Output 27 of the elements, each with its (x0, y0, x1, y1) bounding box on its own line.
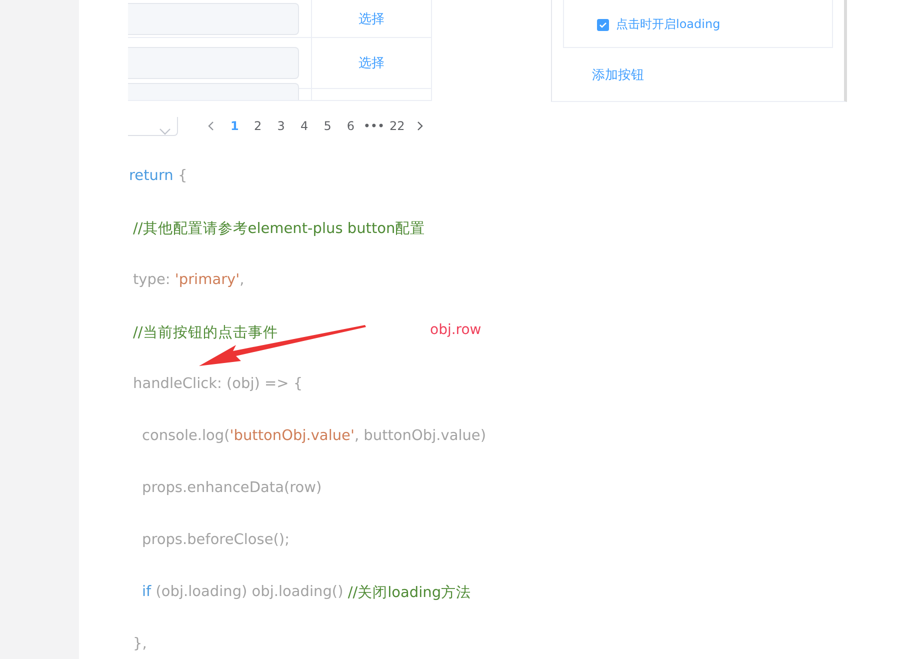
page-number[interactable]: 4 (292, 119, 316, 133)
check-icon (599, 22, 607, 28)
annotation-label: obj.row (430, 322, 482, 338)
code-line: return { (129, 167, 188, 186)
code-line: props.beforeClose(); (142, 531, 290, 550)
code-line: //当前按钮的点击事件 (133, 324, 278, 342)
page-number[interactable]: 5 (316, 119, 340, 133)
code-line: handleClick: (obj) => { (133, 375, 303, 394)
page-number[interactable]: 2 (246, 119, 270, 133)
page-number[interactable]: 6 (339, 119, 362, 133)
checkbox[interactable] (597, 18, 609, 30)
code-line: console.log('buttonObj.value', buttonObj.value) (142, 427, 486, 446)
chevron-right-icon[interactable] (417, 121, 424, 131)
code-line: }, (133, 635, 147, 654)
code-line: props.enhanceData(row) (142, 479, 322, 498)
page-number[interactable]: ••• (362, 119, 386, 133)
page-size-select[interactable] (128, 116, 178, 136)
code-line: if (obj.loading) obj.loading() //关闭loading方法 (142, 583, 472, 602)
page-number[interactable]: 3 (269, 119, 293, 133)
input-field[interactable] (128, 2, 299, 34)
code-line: type: 'primary', (133, 271, 244, 290)
chevron-left-icon[interactable] (208, 121, 214, 131)
chevron-down-icon (158, 128, 171, 134)
input-field[interactable] (128, 47, 299, 79)
checkbox-label: 点击时开启loading (616, 16, 720, 33)
code-line: //其他配置请参考element-plus button配置 (133, 220, 426, 238)
page-number[interactable]: 22 (386, 119, 409, 133)
